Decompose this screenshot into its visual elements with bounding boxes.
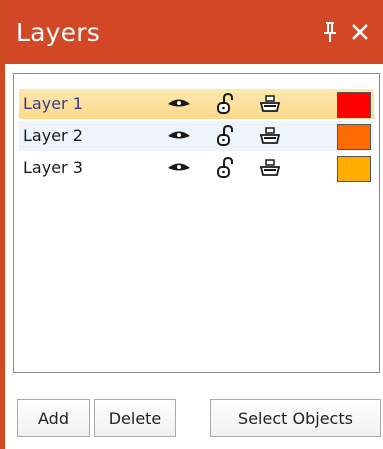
eye-icon[interactable] xyxy=(167,161,191,174)
add-button[interactable]: Add xyxy=(17,399,90,437)
select-objects-button[interactable]: Select Objects xyxy=(210,399,381,437)
layers-list[interactable]: Layer 1 Layer 2 Layer 3 xyxy=(13,73,380,373)
layer-name: Layer 3 xyxy=(23,158,83,177)
eye-icon[interactable] xyxy=(167,97,191,110)
panel-titlebar: Layers xyxy=(5,0,383,64)
delete-button[interactable]: Delete xyxy=(94,399,176,437)
print-icon[interactable] xyxy=(259,159,281,177)
layer-color-swatch[interactable] xyxy=(337,124,371,150)
eye-icon[interactable] xyxy=(167,129,191,142)
panel-title: Layers xyxy=(16,18,100,47)
close-icon[interactable] xyxy=(351,23,369,41)
lock-icon[interactable] xyxy=(216,125,234,147)
layer-name: Layer 1 xyxy=(23,94,83,113)
layer-color-swatch[interactable] xyxy=(337,156,371,182)
layer-name: Layer 2 xyxy=(23,126,83,145)
layer-color-swatch[interactable] xyxy=(337,92,371,118)
layer-row-2[interactable]: Layer 2 xyxy=(19,121,374,151)
print-icon[interactable] xyxy=(259,127,281,145)
pin-icon[interactable] xyxy=(322,20,338,44)
lock-icon[interactable] xyxy=(216,93,234,115)
layer-row-3[interactable]: Layer 3 xyxy=(19,153,374,183)
lock-icon[interactable] xyxy=(216,157,234,179)
print-icon[interactable] xyxy=(259,95,281,113)
layers-panel: Layers Layer 1 Layer 2 Layer 3 Add Delet… xyxy=(0,0,383,449)
layer-row-1[interactable]: Layer 1 xyxy=(19,89,374,119)
